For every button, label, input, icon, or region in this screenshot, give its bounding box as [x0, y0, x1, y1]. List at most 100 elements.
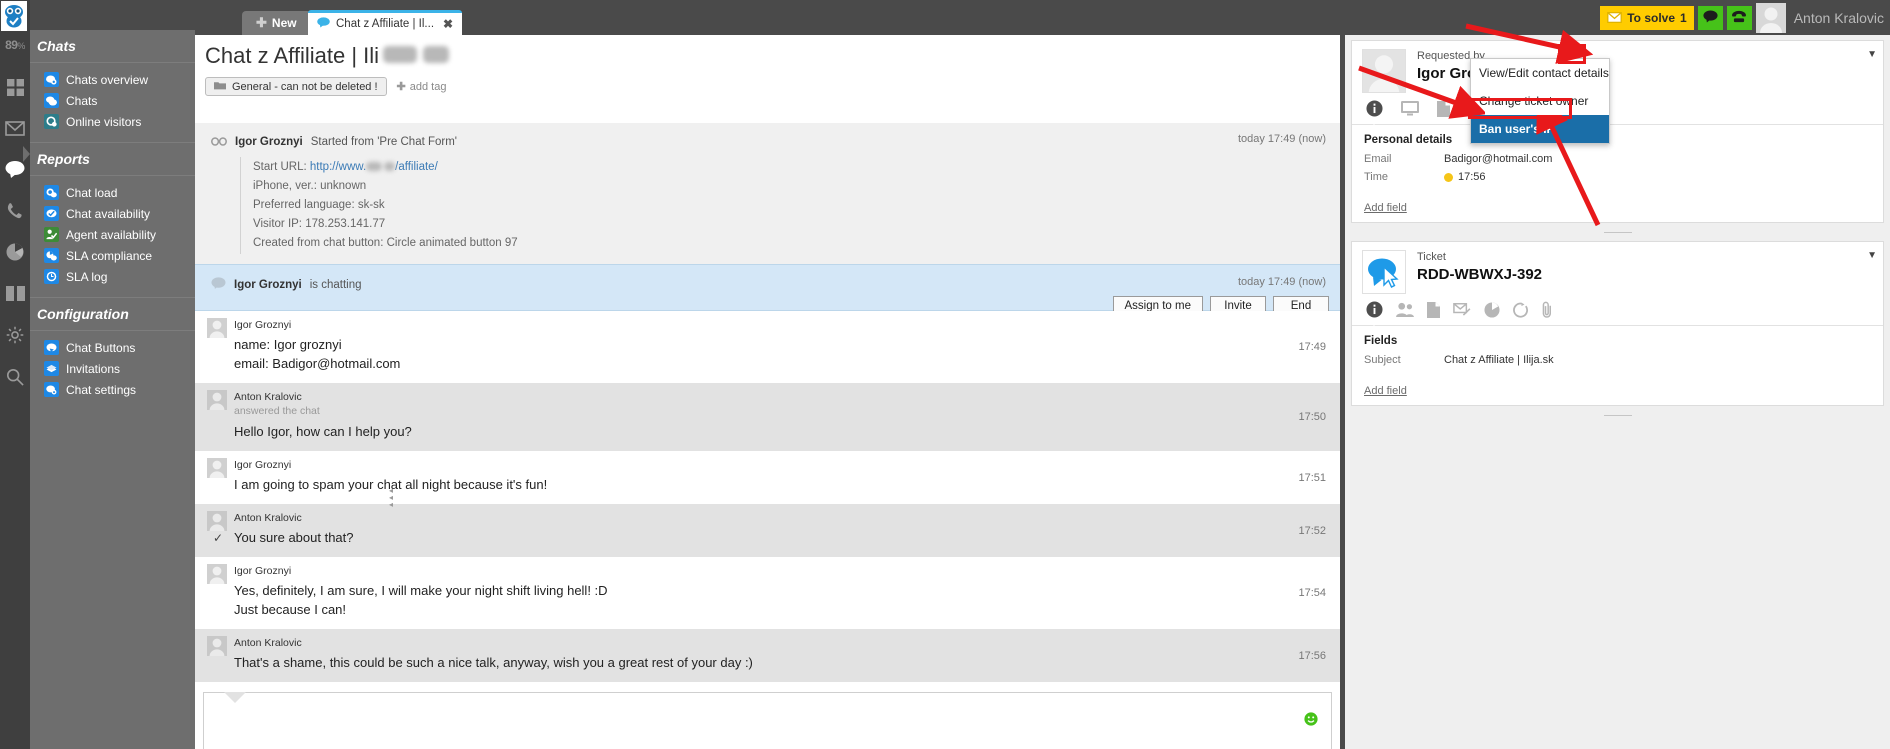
message-author: Anton Kralovic	[234, 391, 302, 403]
ticket-card-head: Ticket RDD-WBWXJ-392	[1352, 242, 1883, 294]
menu-item-view-edit-contact-details[interactable]: View/Edit contact details	[1471, 59, 1609, 87]
mail-edit-icon[interactable]	[1453, 303, 1471, 316]
contact-card-head: Requested by Igor Grozn	[1352, 41, 1883, 93]
system-event-details: Start URL: http://www. /affiliate/ iPhone…	[240, 157, 1340, 254]
sidebar-item-label: Chats overview	[66, 72, 149, 87]
capacity-percent-value: 89	[5, 38, 18, 52]
field-key: Subject	[1364, 354, 1401, 366]
message-author: Igor Groznyi	[234, 319, 292, 331]
chat-bubble-icon	[317, 17, 330, 31]
contacts-icon[interactable]	[1396, 302, 1414, 317]
sidebar-item-invitations[interactable]: Invitations	[30, 358, 195, 379]
info-icon[interactable]	[1366, 301, 1383, 318]
chevron-down-icon[interactable]: ▼	[1867, 49, 1877, 60]
message-line: You sure about that?	[234, 530, 354, 545]
phone-icon[interactable]	[0, 195, 30, 225]
green-chat-button[interactable]	[1697, 6, 1723, 30]
menu-item-ban-users-ip[interactable]: Ban user's IP	[1471, 115, 1609, 143]
to-solve-button[interactable]: To solve 1	[1600, 6, 1694, 30]
field-time: Time 17:56	[1352, 168, 1883, 186]
menu-item-change-ticket-owner[interactable]: Change ticket owner	[1471, 87, 1609, 115]
search-icon[interactable]	[0, 362, 30, 392]
message-line: Hello Igor, how can I help you?	[234, 424, 412, 439]
link-icon	[211, 133, 227, 151]
current-user-name[interactable]: Anton Kralovic	[1790, 10, 1890, 26]
green-phone-button[interactable]	[1726, 6, 1752, 30]
chat-bubble-icon	[1703, 10, 1718, 26]
message-line: email: Badigor@hotmail.com	[234, 356, 401, 371]
detail-chat-button: Created from chat button: Circle animate…	[253, 237, 518, 249]
tab-chat-z-affiliate[interactable]: Chat z Affiliate | Il... ✖	[308, 10, 463, 35]
panel-grip[interactable]	[1345, 228, 1890, 236]
start-url-link-tail[interactable]: /affiliate/	[395, 161, 438, 173]
info-icon[interactable]	[1366, 100, 1383, 117]
sidebar-item-sla-compliance[interactable]: SLA compliance	[30, 245, 195, 266]
detail-language: Preferred language: sk-sk	[253, 199, 385, 211]
pie-clock-icon[interactable]	[1484, 301, 1500, 318]
chat-availability-icon	[44, 206, 59, 221]
sidebar-item-chat-buttons[interactable]: Chat Buttons	[30, 337, 195, 358]
add-field-link[interactable]: Add field	[1352, 369, 1407, 405]
sidebar-item-label: Agent availability	[66, 227, 157, 242]
close-icon[interactable]: ✖	[443, 17, 453, 31]
document-icon[interactable]	[1437, 100, 1450, 117]
sidebar-group-title-configuration: Configuration	[30, 298, 195, 331]
composer-wrapper	[195, 692, 1340, 749]
settings-icon[interactable]	[0, 320, 30, 350]
system-event-time: today 17:49 (now)	[1237, 133, 1326, 145]
new-tab-button[interactable]: ✚ New	[242, 11, 311, 35]
chevron-down-icon[interactable]: ▼	[1867, 250, 1877, 261]
avatar[interactable]	[1755, 3, 1786, 33]
sidebar-item-label: Chat Buttons	[66, 340, 136, 355]
field-subject: Subject Chat z Affiliate | Ilija.sk	[1352, 351, 1883, 369]
message-author: Igor Groznyi	[234, 459, 292, 471]
right-panel: ▼ Requested by Igor Grozn Personal detai…	[1345, 35, 1890, 749]
add-field-link[interactable]: Add field	[1352, 186, 1407, 222]
field-value-wrap: 17:56	[1444, 171, 1486, 183]
sidebar-item-chat-availability[interactable]: Chat availability	[30, 203, 195, 224]
message-time: 17:56	[1298, 649, 1326, 662]
sla-compliance-icon	[44, 248, 59, 263]
document-icon[interactable]	[1427, 301, 1440, 318]
knowledge-base-icon[interactable]	[0, 278, 30, 308]
add-tag-button[interactable]: ✚ add tag	[397, 80, 447, 94]
mail-icon[interactable]	[0, 113, 30, 143]
monitor-icon[interactable]	[1401, 101, 1419, 116]
emoji-icon[interactable]	[1304, 712, 1318, 729]
to-solve-label: To solve	[1627, 11, 1676, 25]
sidebar-item-chats[interactable]: Chats	[30, 90, 195, 111]
capacity-percent-suffix: %	[17, 41, 25, 51]
reports-icon[interactable]	[0, 237, 30, 267]
timer-icon[interactable]	[1513, 302, 1529, 318]
panel-resize-handle[interactable]: ◂ ◂ ◂	[389, 487, 395, 509]
sidebar-item-chats-overview[interactable]: Chats overview	[30, 69, 195, 90]
sidebar-item-agent-availability[interactable]: Agent availability	[30, 224, 195, 245]
chats-overview-icon	[44, 72, 59, 87]
sidebar-item-chat-settings[interactable]: Chat settings	[30, 379, 195, 400]
chat-buttons-icon	[44, 340, 59, 355]
sidebar-item-label: Chats	[66, 93, 98, 108]
message-body: name: Igor groznyi email: Badigor@hotmai…	[195, 335, 1340, 373]
delivered-check-icon: ✓	[213, 531, 224, 545]
sidebar-item-label: Chat settings	[66, 382, 137, 397]
tag-chip-general[interactable]: General - can not be deleted !	[205, 77, 387, 96]
sidebar-item-online-visitors[interactable]: Online visitors	[30, 111, 195, 132]
attachment-icon[interactable]	[1542, 301, 1553, 318]
app-logo[interactable]	[1, 1, 27, 31]
message-time: 17:49	[1298, 341, 1326, 353]
dashboard-icon[interactable]	[0, 72, 30, 102]
panel-grip-bottom[interactable]	[1345, 411, 1890, 419]
message-input[interactable]	[203, 692, 1332, 749]
message-author: Igor Groznyi	[234, 565, 292, 577]
ticket-card-text: Ticket RDD-WBWXJ-392	[1406, 250, 1542, 294]
chats-icon	[44, 93, 59, 108]
sidebar-group-chats: Chats overview Chats Online visitors	[30, 63, 195, 142]
redacted-title-part-2	[423, 46, 450, 63]
start-url-link[interactable]: http://www.	[310, 161, 366, 173]
sidebar-item-chat-load[interactable]: Chat load	[30, 182, 195, 203]
active-rail-caret	[23, 146, 30, 162]
sidebar-item-sla-log[interactable]: SLA log	[30, 266, 195, 287]
avatar[interactable]	[1362, 49, 1406, 93]
sidebar-group-reports: Chat load Chat availability Agent availa…	[30, 176, 195, 297]
table-row: Anton Kralovic That's a shame, this coul…	[195, 629, 1340, 682]
